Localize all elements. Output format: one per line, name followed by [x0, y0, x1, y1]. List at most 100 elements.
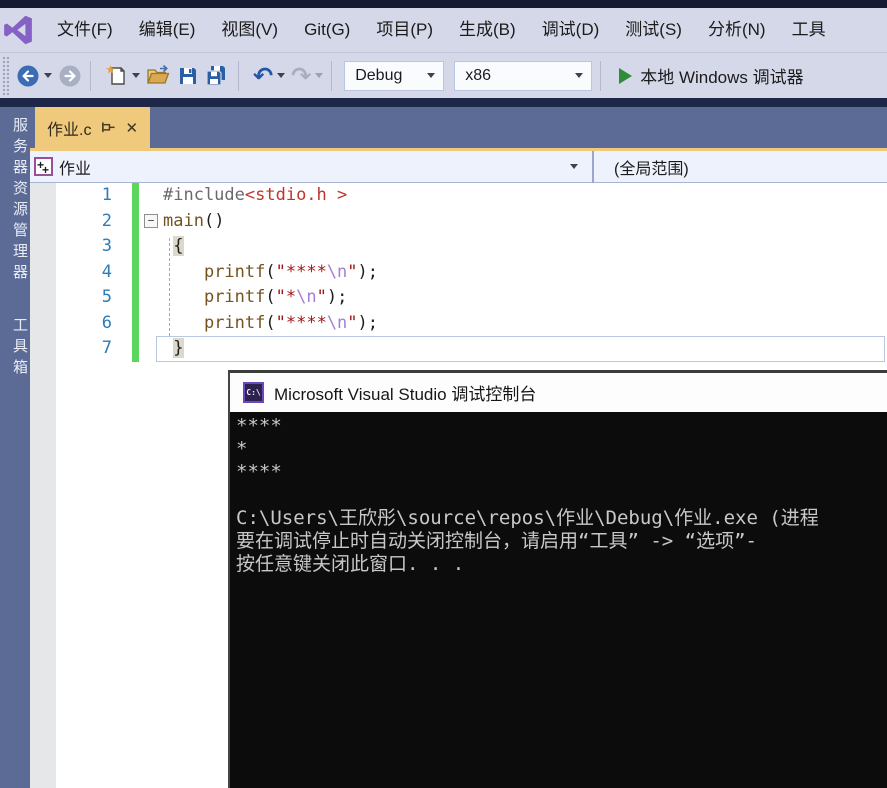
menu-items: 文件(F) 编辑(E) 视图(V) Git(G) 项目(P) 生成(B) 调试(D) 测试(S…: [44, 8, 839, 52]
code-line-4[interactable]: 4 printf("****\n");: [30, 260, 887, 286]
visual-studio-logo-icon: [0, 8, 44, 52]
save-all-button[interactable]: [205, 64, 230, 87]
code-line-2[interactable]: 2 − main(): [30, 209, 887, 235]
menu-item-2[interactable]: 视图(V): [208, 8, 291, 52]
debug-console-window[interactable]: C:\ Microsoft Visual Studio 调试控制台 **** * *…: [228, 370, 887, 788]
tool-window-side-strip: 服务器资源管理器工具箱: [0, 107, 30, 788]
menu-item-4[interactable]: 项目(P): [363, 8, 446, 52]
solution-platform-dropdown[interactable]: x86: [454, 60, 593, 91]
menu-item-0[interactable]: 文件(F): [44, 8, 126, 52]
document-tab-title: 作业.c: [47, 121, 92, 139]
side-tab-1[interactable]: 工具箱: [0, 317, 30, 380]
console-line-1: *: [236, 438, 248, 460]
code-text: {: [173, 236, 184, 256]
toolbar-separator: [331, 60, 333, 91]
code-text: main(): [163, 210, 225, 231]
code-text: #include<stdio.h >: [163, 185, 348, 205]
menu-item-6[interactable]: 调试(D): [529, 8, 613, 52]
solution-configuration-dropdown[interactable]: Debug: [344, 60, 445, 91]
menu-item-1[interactable]: 编辑(E): [126, 8, 209, 52]
code-line-5[interactable]: 5 printf("*\n");: [30, 285, 887, 311]
console-title: Microsoft Visual Studio 调试控制台: [274, 385, 537, 404]
code-line-6[interactable]: 6 printf("****\n");: [30, 311, 887, 337]
line-number: 3: [101, 236, 112, 256]
document-tab-active[interactable]: 作业.c ✕: [35, 107, 151, 148]
toolbar-grip-handle[interactable]: [1, 54, 10, 97]
code-text: printf("****\n");: [203, 312, 379, 333]
code-text: }: [173, 338, 184, 358]
editor-navigation-bar: + + 作业 (全局范围): [30, 151, 887, 183]
project-scope-dropdown[interactable]: + + 作业: [30, 151, 592, 182]
redo-button[interactable]: ↷: [291, 61, 324, 90]
new-file-caret-icon[interactable]: [132, 73, 140, 78]
redo-history-caret-icon[interactable]: [315, 73, 324, 78]
menu-item-5[interactable]: 生成(B): [446, 8, 529, 52]
console-line-3: [236, 484, 887, 507]
open-folder-icon: [147, 64, 170, 84]
standard-toolbar: ↶ ↷ Debug x86 本地 Windows 调试器: [0, 52, 887, 98]
menu-bar: 文件(F) 编辑(E) 视图(V) Git(G) 项目(P) 生成(B) 调试(D) 测试(S…: [0, 8, 887, 52]
navigate-back-button[interactable]: [16, 64, 52, 88]
console-line-6: 按任意键关闭此窗口. . .: [236, 553, 465, 575]
line-number: 6: [101, 312, 112, 333]
platform-caret-icon: [575, 73, 584, 78]
play-icon: [619, 67, 633, 84]
line-number: 1: [101, 185, 112, 205]
console-line-0: ****: [236, 415, 282, 437]
undo-button[interactable]: ↶: [253, 61, 286, 90]
project-scope-value: 作业: [59, 160, 92, 178]
console-line-2: ****: [236, 461, 282, 483]
menu-item-3[interactable]: Git(G): [291, 8, 363, 52]
window-titlebar: [0, 0, 887, 8]
code-text: printf("*\n");: [203, 287, 348, 307]
document-tab-strip: 作业.c ✕: [0, 107, 887, 148]
fold-collapse-icon[interactable]: −: [144, 213, 158, 228]
code-line-7[interactable]: 7 }: [30, 336, 887, 362]
navigate-forward-button[interactable]: [58, 64, 82, 88]
redo-icon: ↷: [291, 61, 312, 90]
back-arrow-icon: [17, 65, 39, 86]
console-line-4: C:\Users\王欣彤\source\repos\作业\Debug\作业.ex…: [236, 507, 819, 529]
document-well-band: [0, 98, 887, 107]
member-scope-dropdown[interactable]: (全局范围): [594, 151, 887, 182]
console-line-5: 要在调试停止时自动关闭控制台，请启用“工具” -> “选项”-: [236, 530, 757, 552]
line-number: 7: [101, 338, 112, 358]
code-lines: 1 #include<stdio.h > 2 − main() 3 {4 printf("…: [30, 183, 887, 362]
console-output[interactable]: **** * **** C:\Users\王欣彤\source\repos\作业\D…: [230, 412, 887, 788]
pin-icon[interactable]: [101, 120, 116, 135]
line-number: 2: [101, 210, 112, 231]
menu-item-8[interactable]: 分析(N): [695, 8, 779, 52]
console-titlebar[interactable]: C:\ Microsoft Visual Studio 调试控制台: [230, 373, 887, 412]
code-line-1[interactable]: 1 #include<stdio.h >: [30, 183, 887, 209]
close-icon[interactable]: ✕: [125, 119, 138, 137]
undo-history-caret-icon[interactable]: [277, 73, 286, 78]
cpp-project-icon: + +: [34, 157, 53, 176]
menu-item-7[interactable]: 测试(S): [612, 8, 695, 52]
forward-arrow-icon: [59, 65, 81, 86]
solution-platform-value: x86: [465, 66, 492, 84]
configuration-caret-icon: [427, 73, 436, 78]
save-all-icon: [206, 66, 225, 86]
undo-icon: ↶: [253, 61, 274, 90]
menu-item-9[interactable]: 工具: [779, 8, 839, 52]
solution-configuration-value: Debug: [355, 66, 403, 84]
line-number: 4: [101, 261, 112, 282]
toolbar-separator: [600, 60, 602, 91]
side-tab-0[interactable]: 服务器资源管理器: [0, 117, 30, 285]
open-file-button[interactable]: [146, 64, 171, 87]
line-number: 5: [101, 287, 112, 307]
back-history-caret-icon[interactable]: [44, 73, 52, 78]
start-debugging-button[interactable]: 本地 Windows 调试器: [615, 63, 804, 88]
new-file-icon: [106, 65, 125, 85]
save-button[interactable]: [177, 65, 199, 87]
project-scope-caret-icon: [570, 164, 578, 169]
save-icon: [180, 67, 196, 84]
code-line-3[interactable]: 3 {: [30, 234, 887, 260]
new-file-button[interactable]: [105, 64, 140, 87]
